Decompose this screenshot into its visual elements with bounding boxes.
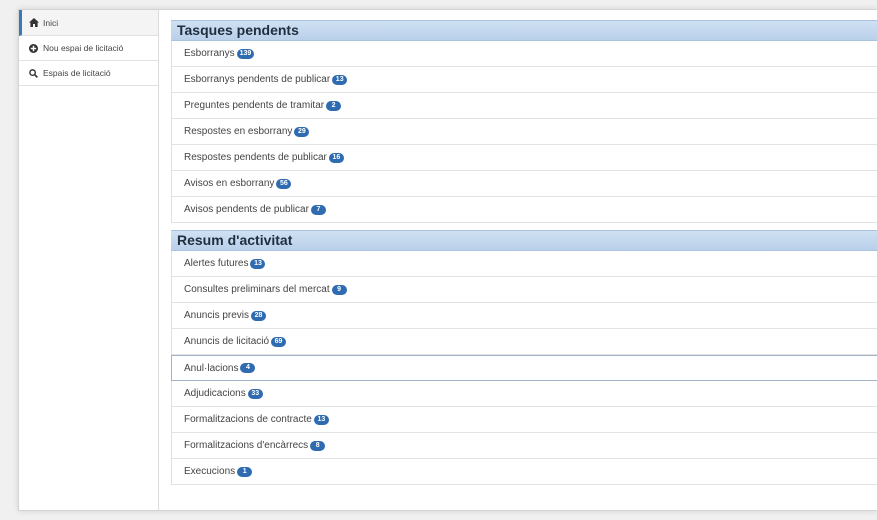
count-badge: 69 — [271, 336, 287, 347]
row-label: Esborranys pendents de publicar — [184, 74, 331, 85]
row-label: Anul·lacions — [184, 362, 239, 374]
row-label: Anuncis previs — [184, 310, 250, 321]
row-label: Avisos pendents de publicar — [184, 204, 309, 215]
task-row-avisos-pendents[interactable]: Avisos pendents de publicar 7 — [172, 197, 877, 223]
count-badge: 28 — [251, 310, 267, 321]
count-badge: 9 — [331, 284, 347, 295]
task-row-respostes-pendents[interactable]: Respostes pendents de publicar 16 — [172, 145, 877, 171]
main-content: Tasques pendents Esborranys 139 Esborran… — [171, 20, 877, 485]
row-label: Respostes en esborrany — [184, 126, 293, 137]
count-badge: 7 — [310, 204, 326, 215]
activity-row-adjudicacions[interactable]: Adjudicacions 33 — [172, 381, 877, 407]
search-icon — [28, 68, 39, 78]
home-icon — [28, 18, 39, 28]
count-badge: 1 — [237, 466, 253, 477]
row-label: Adjudicacions — [184, 388, 246, 399]
row-label: Formalitzacions de contracte — [184, 414, 312, 425]
count-badge: 4 — [240, 363, 256, 373]
count-badge: 13 — [250, 258, 266, 269]
row-label: Execucions — [184, 466, 236, 477]
count-badge: 16 — [328, 152, 344, 163]
pending-task-list: Esborranys 139 Esborranys pendents de pu… — [171, 41, 877, 223]
activity-row-alertes[interactable]: Alertes futures 13 — [172, 251, 877, 277]
task-row-esborranys[interactable]: Esborranys 139 — [172, 41, 877, 67]
activity-row-formalitzacions-encarrecs[interactable]: Formalitzacions d'encàrrecs 8 — [172, 433, 877, 459]
row-label: Consultes preliminars del mercat — [184, 284, 330, 295]
activity-row-consultes[interactable]: Consultes preliminars del mercat 9 — [172, 277, 877, 303]
count-badge: 13 — [313, 414, 329, 425]
sidebar-item-label: Espais de licitació — [43, 68, 111, 78]
sidebar-item-espais[interactable]: Espais de licitació — [19, 61, 158, 86]
app-frame: Inici Nou espai de licitació Espais de l… — [18, 9, 877, 511]
count-badge: 2 — [326, 100, 342, 111]
count-badge: 56 — [276, 178, 292, 189]
row-label: Formalitzacions d'encàrrecs — [184, 440, 309, 451]
row-label: Alertes futures — [184, 258, 249, 269]
sidebar-item-nou-espai[interactable]: Nou espai de licitació — [19, 36, 158, 61]
plus-circle-icon — [28, 43, 39, 53]
task-row-respostes-esborrany[interactable]: Respostes en esborrany 29 — [172, 119, 877, 145]
task-row-avisos-esborrany[interactable]: Avisos en esborrany 56 — [172, 171, 877, 197]
count-badge: 139 — [236, 48, 255, 59]
sidebar-item-label: Inici — [43, 17, 59, 28]
row-label: Preguntes pendents de tramitar — [184, 100, 325, 111]
sidebar-item-label: Nou espai de licitació — [43, 43, 124, 53]
count-badge: 33 — [247, 388, 263, 399]
row-label: Respostes pendents de publicar — [184, 152, 327, 163]
activity-row-formalitzacions-contracte[interactable]: Formalitzacions de contracte 13 — [172, 407, 877, 433]
count-badge: 8 — [310, 440, 326, 451]
sidebar-item-inici[interactable]: Inici — [19, 10, 158, 36]
section-title-pending: Tasques pendents — [171, 20, 877, 41]
row-label: Esborranys — [184, 48, 235, 59]
activity-row-anuncis-previs[interactable]: Anuncis previs 28 — [172, 303, 877, 329]
row-label: Avisos en esborrany — [184, 178, 275, 189]
activity-row-anullacions[interactable]: Anul·lacions 4 — [171, 355, 877, 381]
activity-row-execucions[interactable]: Execucions 1 — [172, 459, 877, 485]
task-row-esborranys-pendents[interactable]: Esborranys pendents de publicar 13 — [172, 67, 877, 93]
section-title-activity: Resum d'activitat — [171, 230, 877, 251]
activity-row-anuncis-licitacio[interactable]: Anuncis de licitació 69 — [172, 329, 877, 355]
row-label: Anuncis de licitació — [184, 336, 270, 347]
sidebar: Inici Nou espai de licitació Espais de l… — [19, 10, 159, 510]
count-badge: 29 — [294, 126, 310, 137]
activity-list: Alertes futures 13 Consultes preliminars… — [171, 251, 877, 485]
task-row-preguntes[interactable]: Preguntes pendents de tramitar 2 — [172, 93, 877, 119]
count-badge: 13 — [332, 74, 348, 85]
